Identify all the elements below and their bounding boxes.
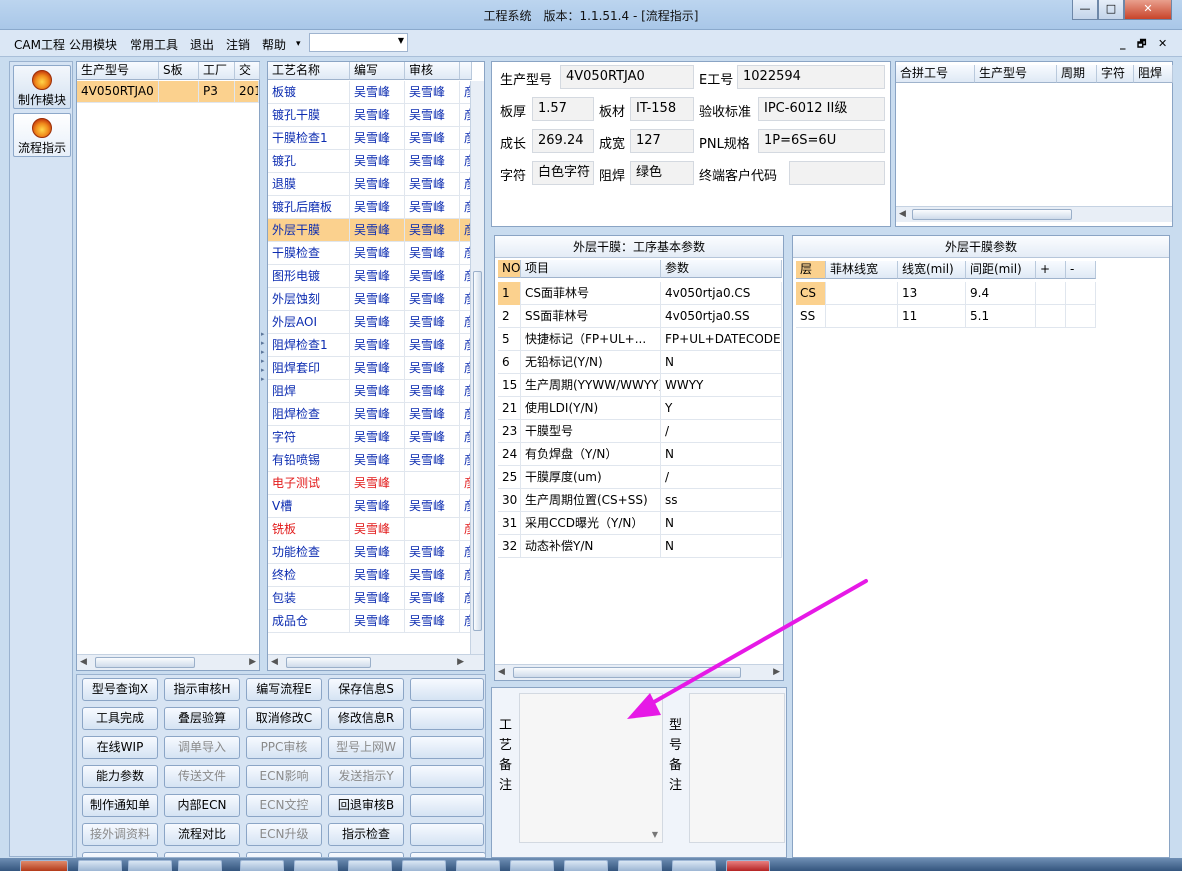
taskbar-app[interactable] xyxy=(128,860,172,871)
taskbar-app[interactable] xyxy=(240,860,284,871)
taskbar-app[interactable] xyxy=(672,860,716,871)
taskbar-app[interactable] xyxy=(618,860,662,871)
taskbar-app[interactable] xyxy=(402,860,446,871)
taskbar-app[interactable] xyxy=(348,860,392,871)
annotation-arrow xyxy=(627,579,868,719)
taskbar-app[interactable] xyxy=(726,860,770,871)
taskbar-app[interactable] xyxy=(294,860,338,871)
taskbar-app[interactable] xyxy=(564,860,608,871)
taskbar-app[interactable] xyxy=(456,860,500,871)
taskbar xyxy=(0,858,1182,871)
taskbar-app[interactable] xyxy=(510,860,554,871)
start-button[interactable] xyxy=(20,860,68,871)
taskbar-app[interactable] xyxy=(178,860,222,871)
taskbar-app[interactable] xyxy=(78,860,122,871)
